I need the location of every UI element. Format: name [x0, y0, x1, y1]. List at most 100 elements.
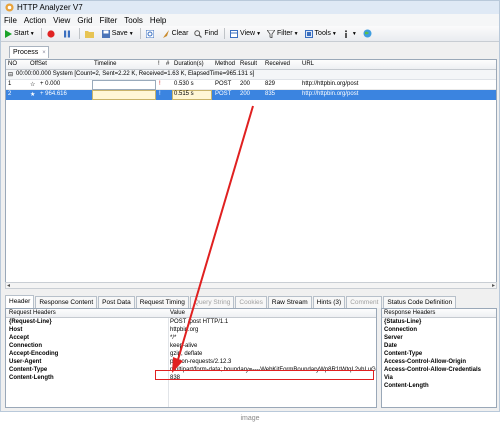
header-row[interactable]: Connection keep-alive: [6, 343, 376, 351]
row-timeline-bar: [92, 80, 156, 90]
view-label: View: [240, 30, 256, 37]
broom-icon: [162, 29, 169, 38]
header-name: Content-Length: [9, 375, 54, 381]
grid-horizontal-scrollbar[interactable]: ◂ ▸: [5, 282, 497, 289]
response-header-row[interactable]: Access-Control-Allow-Origin: [382, 359, 496, 367]
start-button[interactable]: Start ▼: [4, 29, 35, 38]
group-summary: 00:00:00.000 System [Count=2, Sent=2.22 …: [16, 71, 255, 77]
col-timeline[interactable]: Timeline: [94, 61, 116, 67]
header-row[interactable]: User-Agent python-requests/2.12.3: [6, 359, 376, 367]
star-outline-icon[interactable]: ☆: [30, 81, 35, 88]
star-filled-icon[interactable]: ★: [30, 91, 35, 98]
floppy-icon: [101, 29, 110, 38]
response-header-row[interactable]: Date: [382, 343, 496, 351]
pause-button[interactable]: [63, 30, 73, 38]
open-button[interactable]: [84, 30, 96, 38]
header-value: httpbin.org: [170, 327, 199, 333]
menu-tools[interactable]: Tools: [124, 16, 143, 25]
tab-comment[interactable]: Comment: [346, 296, 383, 308]
find-button[interactable]: Find: [194, 29, 218, 38]
pause-icon: [63, 30, 70, 37]
filter-button[interactable]: Filter ▼: [267, 29, 299, 38]
app-logo-icon: [5, 3, 14, 12]
save-button[interactable]: Save ▼: [101, 29, 134, 38]
tab-header[interactable]: Header: [5, 295, 35, 308]
menu-file[interactable]: File: [4, 16, 17, 25]
header-name: Host: [9, 327, 23, 333]
col-method[interactable]: Method: [215, 61, 235, 67]
response-header-row[interactable]: Server: [382, 335, 496, 343]
tab-cookies[interactable]: Cookies: [235, 296, 267, 308]
table-row-selected[interactable]: 2 ★ + 964.616 ! 0.515 s POST 200 835 htt…: [6, 90, 496, 100]
tab-response-content[interactable]: Response Content: [35, 296, 98, 308]
record-icon: [47, 29, 55, 38]
response-header-name: Server: [384, 335, 403, 341]
chevron-down-icon: ▼: [128, 30, 134, 37]
response-header-row[interactable]: Via: [382, 375, 496, 383]
search-icon: [194, 29, 203, 38]
tab-post-data[interactable]: Post Data: [98, 296, 135, 308]
view-button[interactable]: View ▼: [230, 29, 261, 38]
response-headers-pane[interactable]: Response Headers {Status-Line} Connectio…: [381, 308, 497, 408]
app-window: HTTP Analyzer V7 File Action View Grid F…: [0, 0, 500, 412]
col-received[interactable]: Received: [265, 61, 290, 67]
header-name: Content-Type: [9, 367, 48, 373]
session-grid[interactable]: NO OffSet Timeline ! # Duration(s) Metho…: [5, 59, 497, 284]
response-header-row[interactable]: Content-Length: [382, 383, 496, 391]
col-offset[interactable]: OffSet: [30, 61, 47, 67]
close-icon[interactable]: ×: [42, 50, 46, 56]
col-url[interactable]: URL: [302, 61, 314, 67]
collapse-icon[interactable]: ⊟: [8, 71, 13, 78]
menu-grid[interactable]: Grid: [77, 16, 92, 25]
table-row[interactable]: 1 ☆ + 0.000 ! 0.530 s POST 200 829 http:…: [6, 80, 496, 90]
menu-filter[interactable]: Filter: [99, 16, 117, 25]
row-no: 2: [8, 91, 12, 97]
header-row[interactable]: Accept-Encoding gzip, deflate: [6, 351, 376, 359]
toolbar-separator: [224, 28, 226, 39]
tab-status-code-definition[interactable]: Status Code Definition: [383, 296, 457, 308]
tab-process[interactable]: Process ×: [9, 46, 49, 58]
col-duration[interactable]: Duration(s): [174, 61, 204, 67]
chevron-down-icon: ▼: [331, 30, 337, 37]
menu-help[interactable]: Help: [150, 16, 166, 25]
tab-raw-stream[interactable]: Raw Stream: [267, 296, 312, 308]
detail-tabs: Header Response Content Post Data Reques…: [5, 295, 497, 308]
toolbar-separator: [40, 28, 42, 39]
response-header-row[interactable]: Access-Control-Allow-Credentials: [382, 367, 496, 375]
menu-view[interactable]: View: [53, 16, 70, 25]
col-result[interactable]: Result: [240, 61, 257, 67]
scroll-left-icon[interactable]: ◂: [7, 282, 10, 289]
group-row[interactable]: ⊟ 00:00:00.000 System [Count=2, Sent=2.2…: [6, 70, 496, 80]
tab-query-string[interactable]: Query String: [189, 296, 235, 308]
refresh-button[interactable]: [145, 29, 156, 38]
info-button[interactable]: ▼: [343, 29, 357, 38]
request-headers-pane[interactable]: Request Headers Value {Request-Line} POST…: [5, 308, 377, 408]
tools-button[interactable]: Tools ▼: [304, 29, 337, 38]
toolbar-separator: [78, 28, 80, 39]
menu-action[interactable]: Action: [24, 16, 46, 25]
response-header-row[interactable]: {Status-Line}: [382, 319, 496, 327]
row-result: 200: [240, 81, 251, 87]
header-value: gzip, deflate: [170, 351, 203, 357]
globe-button[interactable]: [363, 29, 374, 38]
clear-button[interactable]: Clear: [162, 29, 189, 38]
stop-button[interactable]: [47, 29, 57, 38]
menu-bar: File Action View Grid Filter Tools Help: [1, 14, 499, 26]
play-icon: [5, 29, 12, 38]
response-header-row[interactable]: Content-Type: [382, 351, 496, 359]
header-row[interactable]: {Request-Line} POST /post HTTP/1.1: [6, 319, 376, 327]
tab-request-timing[interactable]: Request Timing: [135, 296, 189, 308]
scroll-right-icon[interactable]: ▸: [492, 282, 495, 289]
tab-process-label: Process: [13, 49, 39, 56]
col-index[interactable]: #: [166, 61, 169, 67]
col-no[interactable]: NO: [8, 61, 17, 67]
header-row[interactable]: Accept */*: [6, 335, 376, 343]
response-header-name: Access-Control-Allow-Origin: [384, 359, 467, 365]
response-header-row[interactable]: Connection: [382, 327, 496, 335]
col-flag[interactable]: !: [158, 61, 160, 67]
tab-hints[interactable]: Hints (3): [312, 296, 346, 308]
clear-label: Clear: [171, 30, 189, 37]
row-method: POST: [215, 91, 232, 97]
header-row[interactable]: Host httpbin.org: [6, 327, 376, 335]
globe-icon: [363, 29, 372, 38]
